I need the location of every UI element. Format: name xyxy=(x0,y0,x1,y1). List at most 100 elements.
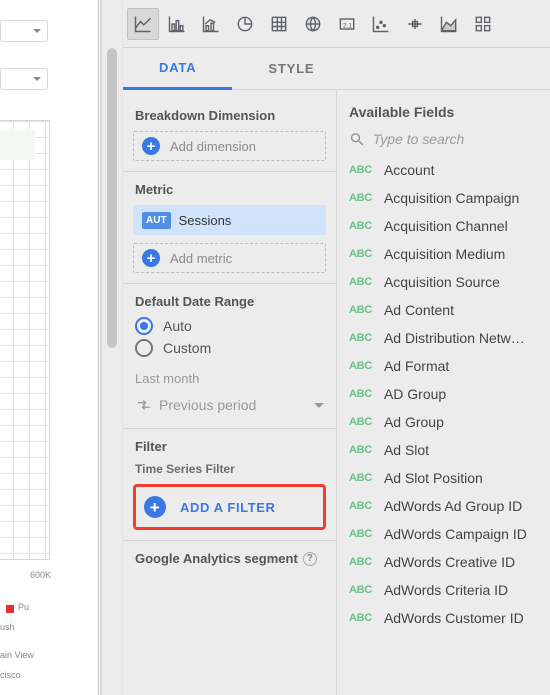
field-item[interactable]: ABCAd Slot Position xyxy=(337,464,550,492)
field-item[interactable]: ABCAd Content xyxy=(337,296,550,324)
compare-label: Previous period xyxy=(159,397,256,413)
field-item[interactable]: ABCAcquisition Campaign xyxy=(337,184,550,212)
field-item[interactable]: ABCAccount xyxy=(337,156,550,184)
radio-icon xyxy=(135,339,153,357)
field-name: Account xyxy=(384,162,435,178)
chart-type-scatter-icon[interactable] xyxy=(365,8,397,40)
chart-type-pie-icon[interactable] xyxy=(229,8,261,40)
add-dimension-label: Add dimension xyxy=(170,139,256,154)
field-name: Acquisition Campaign xyxy=(384,190,519,206)
field-type-badge: ABC xyxy=(349,556,372,568)
field-name: Ad Content xyxy=(384,302,454,318)
tab-style[interactable]: STYLE xyxy=(232,48,350,89)
section-title-breakdown: Breakdown Dimension xyxy=(135,108,324,123)
chart-type-table-icon[interactable] xyxy=(263,8,295,40)
field-name: Acquisition Source xyxy=(384,274,500,290)
chart-type-scorecard-icon[interactable]: 2.1 xyxy=(331,8,363,40)
divider xyxy=(123,428,336,429)
radio-auto[interactable]: Auto xyxy=(135,317,324,335)
add-filter-button[interactable]: + ADD A FILTER xyxy=(138,490,321,524)
chart-type-line-icon[interactable] xyxy=(127,8,159,40)
field-item[interactable]: ABC AdWords Ad Group ID xyxy=(337,492,550,520)
field-item[interactable]: ABC Acquisition Medium xyxy=(337,240,550,268)
tab-data[interactable]: DATA xyxy=(123,49,232,90)
available-fields-column: Available Fields ABCAccountABCAcquisitio… xyxy=(336,90,550,695)
date-range-summary: Last month xyxy=(135,371,324,386)
field-item[interactable]: ABCAd Distribution Netw… xyxy=(337,324,550,352)
field-name: Acquisition Channel xyxy=(384,218,508,234)
chart-type-pivot-icon[interactable] xyxy=(467,8,499,40)
chart-type-bar-icon[interactable] xyxy=(161,8,193,40)
add-filter-label: ADD A FILTER xyxy=(180,500,276,515)
field-name: AdWords Creative ID xyxy=(384,554,515,570)
chevron-down-icon xyxy=(314,403,324,408)
field-type-badge: ABC xyxy=(349,444,372,456)
canvas-dropdown-ghost[interactable] xyxy=(0,68,48,90)
field-name: Ad Group xyxy=(384,414,444,430)
field-type-badge: ABC xyxy=(349,248,372,260)
search-icon xyxy=(349,130,365,148)
field-item[interactable]: ABCAcquisition Channel xyxy=(337,212,550,240)
field-item[interactable]: ABCAdWords Criteria ID xyxy=(337,576,550,604)
legend-text: ush xyxy=(0,622,15,632)
panel-tabs: DATA STYLE xyxy=(123,48,550,90)
fields-search[interactable] xyxy=(337,126,550,156)
radio-icon xyxy=(135,317,153,335)
field-item[interactable]: ABC Acquisition Source xyxy=(337,268,550,296)
scrollbar-gutter[interactable] xyxy=(102,0,122,695)
field-type-badge: ABC xyxy=(349,584,372,596)
field-name: AdWords Ad Group ID xyxy=(384,498,522,514)
data-config-column: Breakdown Dimension + Add dimension Metr… xyxy=(123,90,336,695)
fields-search-input[interactable] xyxy=(373,131,538,147)
divider xyxy=(123,283,336,284)
chart-type-combo-icon[interactable] xyxy=(195,8,227,40)
field-name: Ad Slot xyxy=(384,442,429,458)
add-metric-button[interactable]: + Add metric xyxy=(133,243,326,273)
metric-type-badge: AUT xyxy=(142,212,171,229)
field-type-badge: ABC xyxy=(349,472,372,484)
field-item[interactable]: ABCAD Group xyxy=(337,380,550,408)
radio-custom[interactable]: Custom xyxy=(135,339,324,357)
properties-panel: 2.1 DATA STYLE Breakdown Dimension + Add… xyxy=(123,0,550,695)
chart-type-geo-icon[interactable] xyxy=(297,8,329,40)
canvas-chart-ghost xyxy=(0,130,35,160)
canvas-grid xyxy=(0,120,50,560)
help-icon[interactable]: ? xyxy=(303,552,317,566)
scrollbar-thumb[interactable] xyxy=(107,48,117,348)
chart-type-bullet-icon[interactable] xyxy=(399,8,431,40)
divider xyxy=(123,171,336,172)
field-item[interactable]: ABC AdWords Campaign ID xyxy=(337,520,550,548)
divider xyxy=(123,540,336,541)
chart-type-area-icon[interactable] xyxy=(433,8,465,40)
legend-text: Pu xyxy=(18,602,29,612)
field-type-badge: ABC xyxy=(349,332,372,344)
field-item[interactable]: ABCAd Group xyxy=(337,408,550,436)
field-name: AdWords Campaign ID xyxy=(384,526,527,542)
metric-chip-sessions[interactable]: AUT Sessions xyxy=(133,205,326,235)
radio-auto-label: Auto xyxy=(163,318,192,334)
plus-icon: + xyxy=(144,496,166,518)
plus-icon: + xyxy=(142,249,160,267)
field-type-badge: ABC xyxy=(349,612,372,624)
field-item[interactable]: ABCAd Format xyxy=(337,352,550,380)
compare-period-dropdown[interactable]: Previous period xyxy=(133,392,326,418)
field-item[interactable]: ABC Ad Slot xyxy=(337,436,550,464)
field-item[interactable]: ABC AdWords Customer ID xyxy=(337,604,550,632)
field-item[interactable]: ABC AdWords Creative ID xyxy=(337,548,550,576)
legend-text: cisco xyxy=(0,670,21,680)
field-type-badge: ABC xyxy=(349,528,372,540)
field-type-badge: ABC xyxy=(349,500,372,512)
field-name: AD Group xyxy=(384,386,446,402)
metric-label: Sessions xyxy=(179,213,232,228)
plus-icon: + xyxy=(142,137,160,155)
section-sub-filter: Time Series Filter xyxy=(135,462,324,476)
canvas-dropdown-ghost[interactable] xyxy=(0,20,48,42)
add-dimension-button[interactable]: + Add dimension xyxy=(133,131,326,161)
field-name: Acquisition Medium xyxy=(384,246,505,262)
add-metric-label: Add metric xyxy=(170,251,232,266)
field-name: AdWords Customer ID xyxy=(384,610,524,626)
section-title-filter: Filter xyxy=(135,439,324,454)
available-fields-list[interactable]: ABCAccountABCAcquisition CampaignABCAcqu… xyxy=(337,156,550,695)
field-type-badge: ABC xyxy=(349,276,372,288)
svg-text:2.1: 2.1 xyxy=(343,22,353,29)
